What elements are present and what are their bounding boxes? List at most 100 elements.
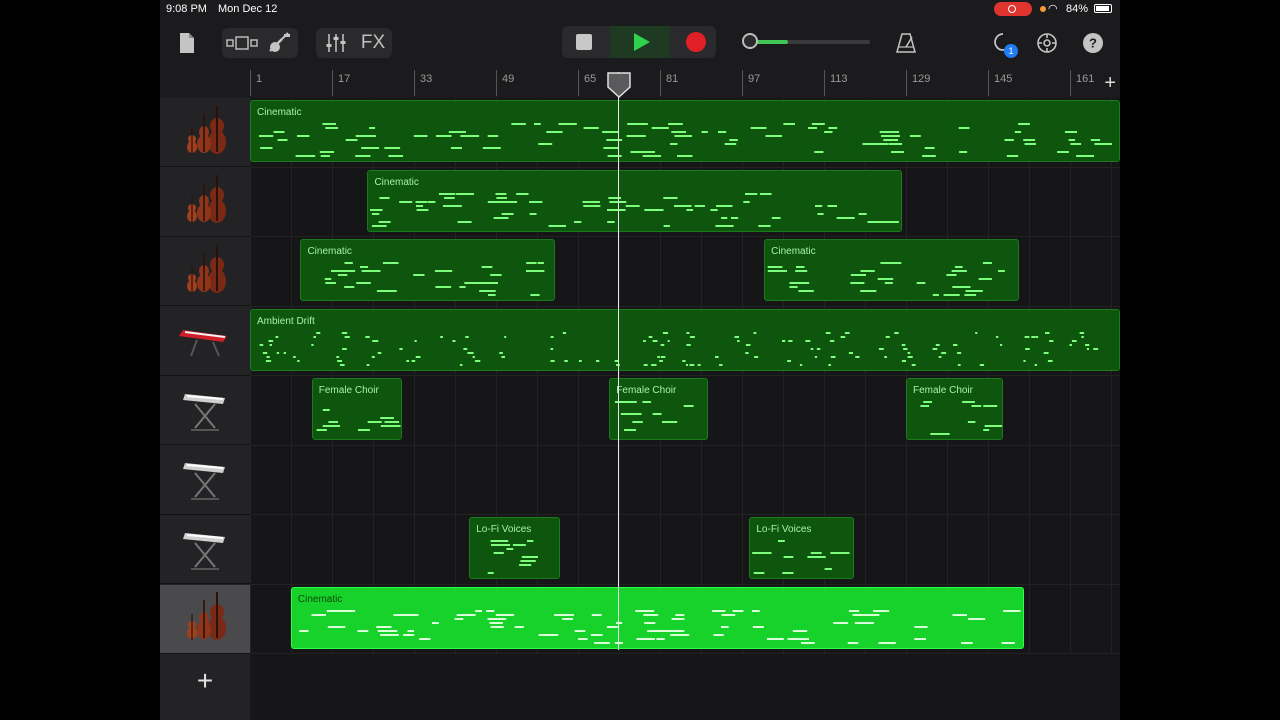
- midi-notes: [325, 262, 545, 296]
- mixer-icon[interactable]: [320, 28, 352, 58]
- transport-controls: [562, 26, 716, 58]
- grid-line: [1111, 98, 1112, 654]
- track-header[interactable]: [160, 446, 250, 515]
- grid-line: [250, 98, 251, 654]
- midi-notes: [259, 331, 1099, 366]
- grid-line: [906, 98, 907, 654]
- record-button[interactable]: [678, 30, 714, 54]
- track-header[interactable]: [160, 237, 250, 306]
- ruler-bar-145: 145: [988, 70, 1070, 96]
- mic-indicator-icon: [1040, 6, 1046, 12]
- region-name: Lo-Fi Voices: [756, 524, 812, 535]
- region[interactable]: Cinematic: [300, 239, 556, 301]
- tracks-view-icon[interactable]: [224, 28, 260, 58]
- lane-divider: [250, 375, 1120, 376]
- track-header[interactable]: [160, 307, 250, 376]
- volume-knob[interactable]: [742, 33, 758, 49]
- settings-icon[interactable]: [1032, 28, 1062, 58]
- track-headers: +: [160, 98, 250, 720]
- region[interactable]: Female Choir: [609, 378, 708, 440]
- lane-divider: [250, 583, 1120, 585]
- region-name: Female Choir: [616, 385, 677, 396]
- region[interactable]: Female Choir: [311, 378, 403, 440]
- status-time: 9:08 PM: [166, 3, 207, 15]
- screen-recording-indicator[interactable]: [994, 2, 1032, 16]
- ruler-bar-113: 113: [824, 70, 906, 96]
- region[interactable]: Cinematic: [250, 100, 1120, 162]
- midi-notes: [299, 609, 1021, 644]
- notification-badge: 1: [1004, 44, 1018, 58]
- add-track-button[interactable]: +: [160, 656, 250, 706]
- midi-notes: [370, 192, 900, 227]
- midi-notes: [752, 540, 850, 574]
- ruler-bar-17: 17: [332, 70, 414, 96]
- region[interactable]: Cinematic: [290, 586, 1025, 649]
- ruler-bar-161: 161: [1070, 70, 1120, 96]
- document-icon[interactable]: [172, 28, 202, 58]
- lane-divider: [250, 653, 1120, 654]
- lane-divider: [250, 514, 1120, 515]
- record-icon: [686, 32, 706, 52]
- strings-icon: [177, 171, 233, 232]
- stop-button[interactable]: [566, 30, 602, 54]
- keyboard-red-icon: [177, 316, 233, 365]
- region-name: Cinematic: [771, 246, 816, 257]
- track-header[interactable]: [160, 98, 250, 167]
- midi-notes: [920, 401, 1002, 435]
- lane-divider: [250, 166, 1120, 168]
- status-date: Mon Dec 12: [218, 3, 278, 15]
- region-name: Lo-Fi Voices: [476, 524, 532, 535]
- play-button[interactable]: [610, 26, 670, 58]
- keyboard-stand-icon: [177, 519, 233, 580]
- svg-text:?: ?: [1089, 36, 1097, 51]
- region-name: Female Choir: [912, 385, 973, 396]
- ruler-bar-97: 97: [742, 70, 824, 96]
- strings-icon: [177, 588, 233, 649]
- grid-line: [1070, 98, 1071, 654]
- midi-notes: [316, 409, 401, 431]
- grid-line: [291, 98, 292, 654]
- region-name: Female Choir: [318, 385, 379, 396]
- stop-icon: [576, 34, 592, 50]
- region[interactable]: Cinematic: [764, 239, 1020, 301]
- grid-line: [1029, 98, 1030, 654]
- track-header[interactable]: [160, 376, 250, 445]
- ruler-bar-1: 1: [250, 70, 332, 96]
- fx-button[interactable]: FX: [356, 28, 390, 58]
- playhead[interactable]: [618, 72, 619, 650]
- loop-browser-icon[interactable]: 1: [986, 28, 1020, 58]
- master-volume-slider[interactable]: [742, 33, 870, 49]
- ruler-bar-33: 33: [414, 70, 496, 96]
- battery-icon: [1094, 4, 1112, 13]
- metronome-icon[interactable]: [890, 28, 922, 58]
- play-icon: [634, 33, 650, 51]
- timeline-ruler[interactable]: + 1 17 33 49 65 81 97 113 129 145 161: [250, 70, 1120, 98]
- strings-icon: [177, 102, 233, 163]
- region[interactable]: Ambient Drift: [250, 308, 1120, 371]
- region-name: Cinematic: [307, 246, 352, 257]
- playhead-handle[interactable]: [607, 72, 631, 98]
- track-header[interactable]: [160, 515, 250, 584]
- lane-divider: [250, 444, 1120, 446]
- garageband-screen: 9:08 PM Mon Dec 12 ◠ 84% FX 1 ? + 1 17 3…: [160, 0, 1120, 720]
- help-icon[interactable]: ?: [1078, 28, 1108, 58]
- battery-percentage: 84%: [1066, 3, 1089, 15]
- grid-line: [947, 98, 948, 654]
- grid-line: [332, 98, 333, 654]
- track-header[interactable]: [160, 168, 250, 237]
- region[interactable]: Lo-Fi Voices: [749, 517, 854, 579]
- lane-divider: [250, 236, 1120, 237]
- track-header[interactable]: [160, 584, 250, 654]
- region-name: Cinematic: [257, 107, 302, 118]
- region[interactable]: Female Choir: [905, 378, 1003, 440]
- keyboard-stand-icon: [177, 449, 233, 510]
- midi-notes: [259, 123, 1112, 157]
- instrument-icon[interactable]: [262, 28, 296, 58]
- midi-notes: [615, 401, 694, 431]
- region[interactable]: Lo-Fi Voices: [469, 517, 560, 579]
- strings-icon: [177, 241, 233, 302]
- midi-notes: [487, 540, 539, 574]
- ruler-bar-81: 81: [660, 70, 742, 96]
- region[interactable]: Cinematic: [367, 169, 903, 232]
- keyboard-stand-icon: [177, 380, 233, 441]
